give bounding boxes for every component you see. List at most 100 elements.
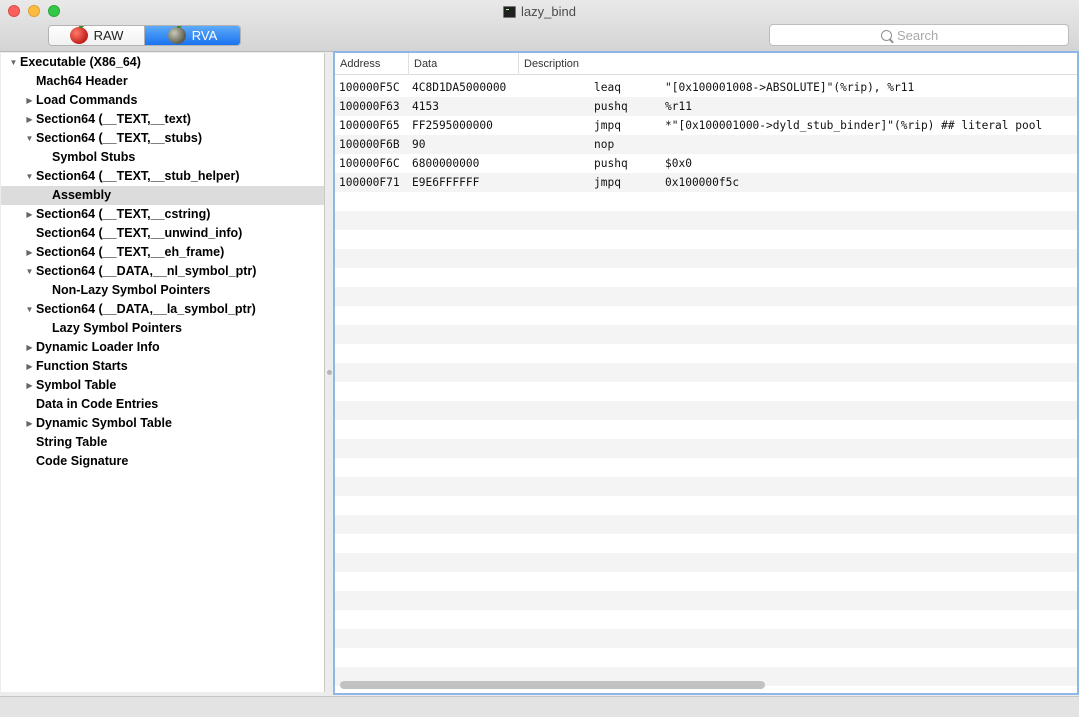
- disclosure-expanded-icon[interactable]: ▼: [25, 172, 34, 181]
- outline-item-label: String Table: [36, 435, 108, 449]
- outline-item[interactable]: Symbol Stubs: [1, 148, 324, 167]
- column-header-data[interactable]: Data: [409, 53, 519, 75]
- cell-data: 6800000000: [412, 157, 480, 170]
- table-row[interactable]: 100000F6C 6800000000 pushq $0x0: [335, 154, 1077, 173]
- outline-item[interactable]: ▼ Section64 (__DATA,__la_symbol_ptr): [1, 300, 324, 319]
- terminal-icon: [503, 5, 517, 18]
- outline-item[interactable]: Code Signature: [1, 452, 324, 471]
- empty-table-row: [335, 591, 1077, 610]
- disclosure-collapsed-icon[interactable]: ▶: [25, 419, 34, 428]
- outline-item-label: Section64 (__TEXT,__eh_frame): [36, 245, 225, 259]
- disclosure-collapsed-icon[interactable]: ▶: [25, 362, 34, 371]
- disclosure-expanded-icon[interactable]: ▼: [25, 267, 34, 276]
- empty-table-row: [335, 572, 1077, 591]
- outline-item-label: Function Starts: [36, 359, 128, 373]
- cell-data: E9E6FFFFFF: [412, 176, 480, 189]
- cell-mnemonic: pushq: [594, 100, 628, 113]
- cell-address: 100000F65: [339, 119, 400, 132]
- empty-table-row: [335, 249, 1077, 268]
- empty-table-row: [335, 458, 1077, 477]
- rva-mode-button[interactable]: RVA: [145, 26, 240, 45]
- outline-item-label: Section64 (__TEXT,__stub_helper): [36, 169, 240, 183]
- disclosure-expanded-icon[interactable]: ▼: [25, 305, 34, 314]
- empty-table-row: [335, 363, 1077, 382]
- disclosure-collapsed-icon[interactable]: ▶: [25, 343, 34, 352]
- empty-table-row: [335, 648, 1077, 667]
- outline-item-label: Assembly: [52, 188, 112, 202]
- cell-mnemonic: leaq: [594, 81, 621, 94]
- outline-item-label: Mach64 Header: [36, 74, 128, 88]
- rva-mode-label: RVA: [191, 28, 218, 43]
- outline-item[interactable]: ▼ Executable (X86_64): [1, 53, 324, 72]
- empty-table-row: [335, 553, 1077, 572]
- outline-item-label: Non-Lazy Symbol Pointers: [52, 283, 211, 297]
- disclosure-collapsed-icon[interactable]: ▶: [25, 115, 34, 124]
- table-row[interactable]: 100000F63 4153 pushq %r11: [335, 97, 1077, 116]
- table-row[interactable]: 100000F71 E9E6FFFFFF jmpq 0x100000f5c: [335, 173, 1077, 192]
- cell-mnemonic: jmpq: [594, 119, 621, 132]
- outline-item[interactable]: ▶ Dynamic Loader Info: [1, 338, 324, 357]
- disclosure-expanded-icon[interactable]: ▼: [25, 134, 34, 143]
- split-view-divider-handle[interactable]: [327, 370, 332, 375]
- empty-table-row: [335, 496, 1077, 515]
- cell-operands: 0x100000f5c: [665, 176, 740, 189]
- window-title-text: lazy_bind: [521, 4, 576, 19]
- disclosure-collapsed-icon[interactable]: ▶: [25, 96, 34, 105]
- raw-mode-label: RAW: [93, 28, 124, 43]
- column-header-address[interactable]: Address: [335, 53, 409, 75]
- outline-item[interactable]: Section64 (__TEXT,__unwind_info): [1, 224, 324, 243]
- empty-table-row: [335, 306, 1077, 325]
- outline-item[interactable]: ▶ Load Commands: [1, 91, 324, 110]
- outline-item[interactable]: ▶ Symbol Table: [1, 376, 324, 395]
- outline-item[interactable]: Assembly: [1, 186, 324, 205]
- empty-table-row: [335, 192, 1077, 211]
- table-row[interactable]: 100000F65 FF2595000000 jmpq *"[0x100001000-…: [335, 116, 1077, 135]
- outline-item[interactable]: ▶ Function Starts: [1, 357, 324, 376]
- apple-icon: [69, 26, 88, 44]
- column-header-description[interactable]: Description: [519, 53, 1077, 75]
- table-row[interactable]: 100000F5C 4C8D1DA5000000 leaq "[0x100001008…: [335, 78, 1077, 97]
- outline-item[interactable]: String Table: [1, 433, 324, 452]
- outline-item[interactable]: ▶ Section64 (__TEXT,__eh_frame): [1, 243, 324, 262]
- outline-item[interactable]: ▶ Section64 (__TEXT,__text): [1, 110, 324, 129]
- horizontal-scrollbar[interactable]: [340, 681, 765, 689]
- outline-item-label: Data in Code Entries: [36, 397, 159, 411]
- outline-item-label: Executable (X86_64): [20, 55, 141, 69]
- outline-item[interactable]: Mach64 Header: [1, 72, 324, 91]
- outline-item[interactable]: ▶ Section64 (__TEXT,__cstring): [1, 205, 324, 224]
- outline-item-label: Load Commands: [36, 93, 138, 107]
- status-bar: [0, 696, 1079, 717]
- cell-mnemonic: nop: [594, 138, 615, 151]
- cell-address: 100000F63: [339, 100, 400, 113]
- outline-item[interactable]: ▼ Section64 (__TEXT,__stub_helper): [1, 167, 324, 186]
- search-input[interactable]: [897, 27, 957, 43]
- outline-item[interactable]: Non-Lazy Symbol Pointers: [1, 281, 324, 300]
- outline-item-label: Dynamic Symbol Table: [36, 416, 172, 430]
- outline-item-label: Section64 (__DATA,__la_symbol_ptr): [36, 302, 256, 316]
- outline-item[interactable]: ▼ Section64 (__TEXT,__stubs): [1, 129, 324, 148]
- empty-table-row: [335, 610, 1077, 629]
- disclosure-collapsed-icon[interactable]: ▶: [25, 210, 34, 219]
- outline-view[interactable]: ▼ Executable (X86_64) Mach64 Header ▶ Load C…: [1, 53, 325, 692]
- cell-data: 90: [412, 138, 426, 151]
- empty-table-row: [335, 515, 1077, 534]
- outline-item-label: Symbol Stubs: [52, 150, 136, 164]
- outline-item-label: Symbol Table: [36, 378, 117, 392]
- cell-data: 4153: [412, 100, 439, 113]
- disclosure-expanded-icon[interactable]: ▼: [9, 58, 18, 67]
- outline-item[interactable]: Data in Code Entries: [1, 395, 324, 414]
- disclosure-collapsed-icon[interactable]: ▶: [25, 248, 34, 257]
- cell-operands: "[0x100001008->ABSOLUTE]"(%rip), %r11: [665, 81, 915, 94]
- empty-table-row: [335, 629, 1077, 648]
- raw-mode-button[interactable]: RAW: [49, 26, 145, 45]
- outline-item[interactable]: ▶ Dynamic Symbol Table: [1, 414, 324, 433]
- search-field[interactable]: [769, 24, 1069, 46]
- assembly-table[interactable]: Address Data Description 100000F5C 4C8D1D…: [333, 51, 1079, 695]
- outline-item[interactable]: ▼ Section64 (__DATA,__nl_symbol_ptr): [1, 262, 324, 281]
- disclosure-collapsed-icon[interactable]: ▶: [25, 381, 34, 390]
- cell-operands: $0x0: [665, 157, 692, 170]
- outline-item[interactable]: Lazy Symbol Pointers: [1, 319, 324, 338]
- table-row[interactable]: 100000F6B 90 nop: [335, 135, 1077, 154]
- outline-item-label: Section64 (__TEXT,__cstring): [36, 207, 211, 221]
- cell-address: 100000F71: [339, 176, 400, 189]
